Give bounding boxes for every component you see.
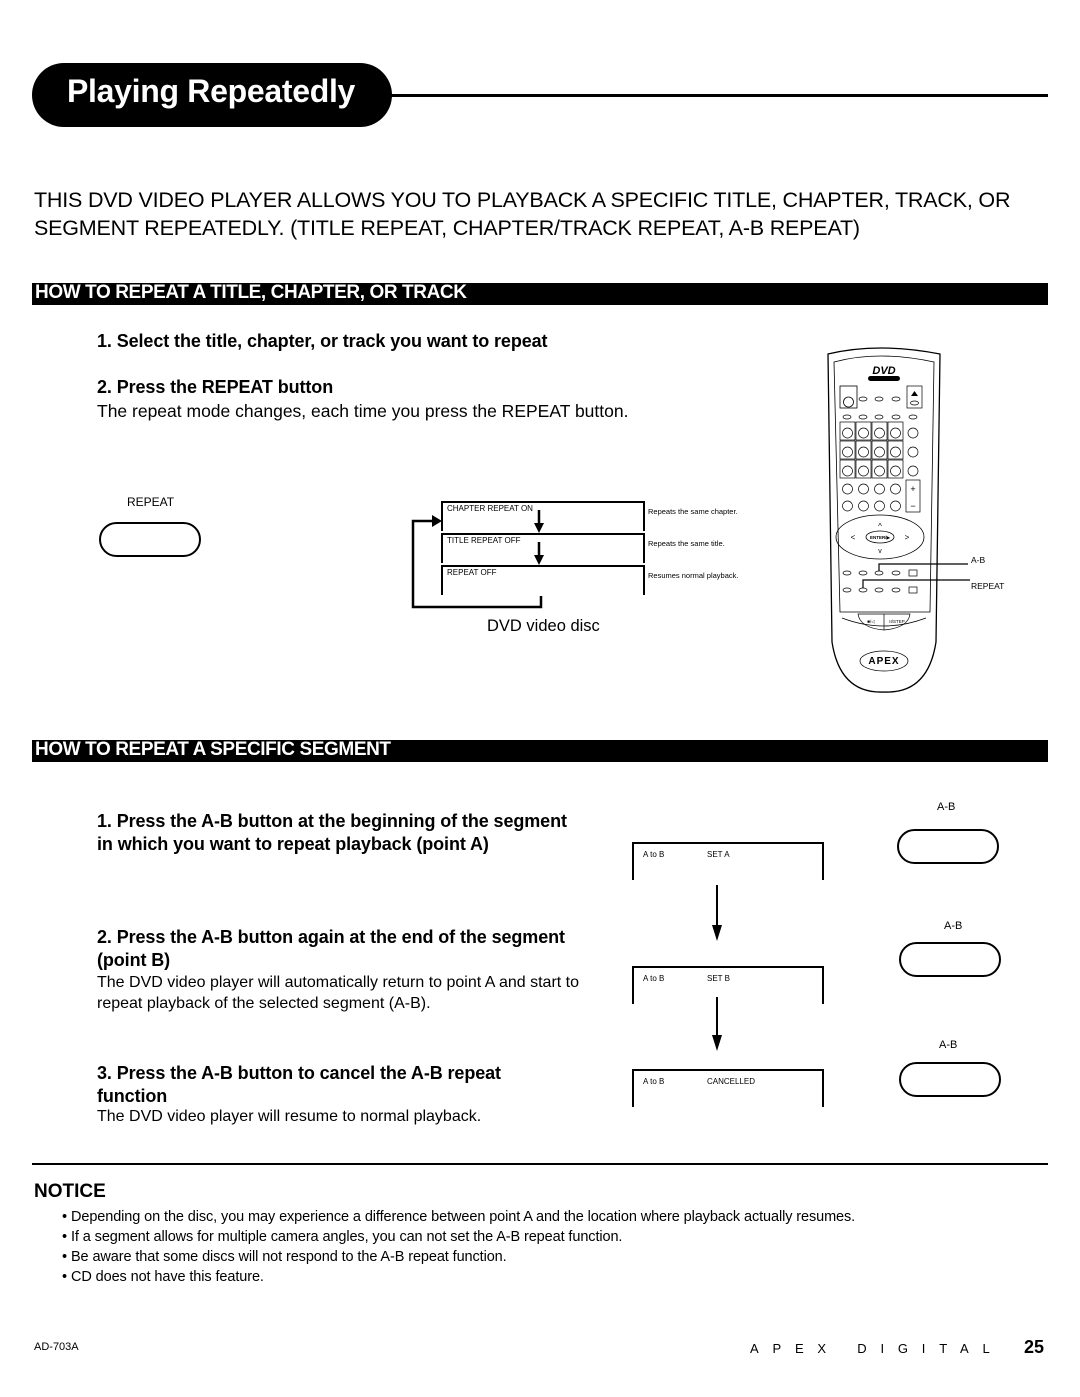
footer-brand: APEX DIGITAL [750, 1341, 1004, 1356]
ab-button-illustration [899, 942, 1001, 977]
footer-model-number: AD-703A [34, 1341, 79, 1353]
section-heading-repeat-segment: HOW TO REPEAT A SPECIFIC SEGMENT [32, 739, 1048, 762]
osd-text: TITLE REPEAT OFF [447, 536, 521, 545]
page-number: 25 [1024, 1337, 1045, 1357]
nav-left-icon: < [851, 533, 856, 542]
ab-display-mode: A to B [643, 974, 665, 983]
ab-button-label: A-B [944, 920, 963, 932]
osd-display-chapter-repeat: CHAPTER REPEAT ON [441, 501, 645, 531]
step-2-heading: 2. Press the REPEAT button [97, 377, 334, 397]
nav-up-icon: ^ [878, 522, 882, 531]
intro-text: THIS DVD VIDEO PLAYER ALLOWS YOU TO PLAY… [34, 188, 1011, 240]
ab-button-illustration [897, 829, 999, 864]
nav-down-icon: v [878, 548, 882, 555]
ab-display-mode: A to B [643, 1077, 665, 1086]
dvd-logo-bar [868, 376, 900, 381]
volume-down-icon: − [910, 501, 915, 511]
diagram-caption: DVD video disc [487, 617, 600, 635]
remote-control-illustration: DVD + − ^ v < > ENTER/▶ ■/◁ II/STEP APEX [827, 347, 970, 693]
step-1-heading: 1. Select the title, chapter, or track y… [97, 331, 548, 351]
remote-callout-repeat: REPEAT [971, 581, 1005, 591]
dvd-logo: DVD [872, 365, 895, 377]
down-arrow-icon [712, 925, 722, 941]
ab-display-status: CANCELLED [707, 1077, 756, 1086]
ab-button-label: A-B [939, 1039, 958, 1051]
section-heading-repeat-title: HOW TO REPEAT A TITLE, CHAPTER, OR TRACK [32, 282, 1048, 305]
ab-display-set-a: A to B SET A [632, 842, 824, 880]
page-title: Playing Repeatedly [67, 73, 356, 109]
segment-step-3-body: The DVD video player will resume to norm… [97, 1108, 482, 1125]
ab-display-cancelled: A to B CANCELLED [632, 1069, 824, 1107]
ab-display-status: SET A [707, 850, 730, 859]
ab-display-mode: A to B [643, 850, 665, 859]
notice-item: Be aware that some discs will not respon… [62, 1247, 855, 1267]
osd-text: REPEAT OFF [447, 568, 497, 577]
osd-description: Repeats the same chapter. [648, 507, 738, 516]
title-rule [390, 94, 1048, 97]
segment-step-1-heading: 1. Press the A-B button at the beginning… [97, 811, 567, 854]
notice-item: CD does not have this feature. [62, 1267, 855, 1287]
osd-text: CHAPTER REPEAT ON [447, 504, 533, 513]
enter-key-label: ENTER/▶ [870, 535, 892, 540]
ab-button-illustration [899, 1062, 1001, 1097]
segment-step-2-body: The DVD video player will automatically … [97, 974, 580, 1012]
notice-list: Depending on the disc, you may experienc… [62, 1207, 855, 1287]
remote-body [827, 347, 941, 693]
osd-display-title-repeat: TITLE REPEAT OFF [441, 533, 645, 563]
notice-item: If a segment allows for multiple camera … [62, 1227, 855, 1247]
apex-logo: APEX [868, 656, 899, 667]
ab-flow-arrows [712, 885, 722, 1051]
ab-button-label: A-B [937, 801, 956, 813]
osd-description: Resumes normal playback. [648, 571, 739, 580]
repeat-button-label: REPEAT [127, 495, 175, 509]
section-heading-text: HOW TO REPEAT A SPECIFIC SEGMENT [35, 739, 391, 760]
step-key-label: II/STEP [889, 619, 905, 624]
stop-key-label: ■/◁ [867, 619, 875, 624]
notice-divider [32, 1163, 1048, 1165]
notice-heading: NOTICE [34, 1181, 106, 1202]
step-2-body: The repeat mode changes, each time you p… [97, 401, 629, 421]
notice-item: Depending on the disc, you may experienc… [62, 1207, 855, 1227]
osd-description: Repeats the same title. [648, 539, 725, 548]
segment-step-3-heading: 3. Press the A-B button to cancel the A-… [97, 1063, 501, 1106]
nav-right-icon: > [905, 533, 910, 542]
down-arrow-icon [712, 1035, 722, 1051]
osd-display-repeat-off: REPEAT OFF [441, 565, 645, 595]
remote-callout-ab: A-B [971, 555, 986, 565]
repeat-button-illustration [99, 522, 201, 557]
segment-step-2-heading: 2. Press the A-B button again at the end… [97, 927, 565, 970]
volume-up-icon: + [910, 484, 915, 494]
section-heading-text: HOW TO REPEAT A TITLE, CHAPTER, OR TRACK [35, 282, 467, 303]
